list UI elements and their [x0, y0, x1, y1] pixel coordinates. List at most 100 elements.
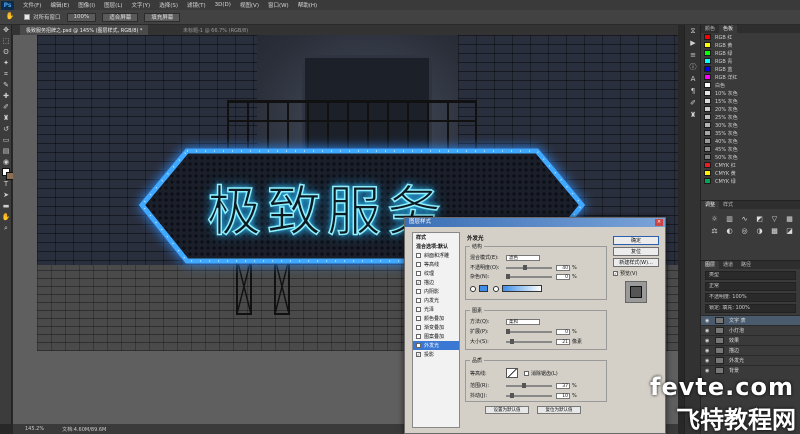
stamp-tool-icon[interactable]: ♜: [0, 113, 12, 124]
menu-view[interactable]: 视图(V): [240, 1, 259, 9]
swatch-item[interactable]: CMYK 红: [701, 161, 800, 169]
antialias-checkbox[interactable]: [524, 370, 529, 376]
fill-screen-button[interactable]: 填充屏幕: [144, 12, 181, 22]
hand-tool-icon[interactable]: ✋: [0, 212, 12, 223]
opacity-slider[interactable]: [506, 264, 552, 270]
style-list-item[interactable]: 光泽: [413, 305, 459, 314]
menu-type[interactable]: 文字(Y): [132, 1, 151, 9]
style-list-item[interactable]: 纹理: [413, 269, 459, 278]
move-tool-icon[interactable]: ✥: [0, 25, 12, 36]
new-style-button[interactable]: 新建样式(W)...: [613, 258, 659, 267]
visibility-eye-icon[interactable]: ◉: [705, 338, 712, 344]
black-white-icon[interactable]: ◐: [724, 227, 735, 236]
opacity-field[interactable]: 不透明度: 100%: [705, 293, 796, 302]
eyedropper-tool-icon[interactable]: ✎: [0, 80, 12, 91]
actions-panel-icon[interactable]: ▶: [685, 37, 701, 49]
swatch-item[interactable]: 50% 灰色: [701, 153, 800, 161]
history-brush-icon[interactable]: ↺: [0, 124, 12, 135]
swatch-item[interactable]: CMYK 黄: [701, 169, 800, 177]
info-panel-icon[interactable]: ⓘ: [685, 61, 701, 73]
opacity-input[interactable]: 40: [556, 264, 570, 271]
noise-slider[interactable]: [506, 273, 552, 279]
all-windows-checkbox[interactable]: [24, 14, 30, 20]
style-checkbox[interactable]: ✓: [416, 352, 421, 357]
style-list-item[interactable]: 渐变叠加: [413, 323, 459, 332]
hand-tool-icon[interactable]: ✋: [4, 12, 16, 22]
reset-default-button[interactable]: 复位为默认值: [537, 406, 581, 414]
hue-saturation-icon[interactable]: ▦: [784, 215, 795, 224]
magic-wand-tool-icon[interactable]: ✦: [0, 58, 12, 69]
method-dropdown[interactable]: 柔和: [506, 318, 540, 325]
actual-pixels-button[interactable]: 100%: [66, 12, 97, 22]
blend-mode-select[interactable]: 正常: [705, 282, 796, 291]
tab-layers[interactable]: 图层: [701, 261, 720, 269]
menu-select[interactable]: 选择(S): [159, 1, 178, 9]
swatch-item[interactable]: 45% 灰色: [701, 145, 800, 153]
swatch-item[interactable]: 25% 灰色: [701, 113, 800, 121]
style-checkbox[interactable]: [416, 334, 421, 339]
crop-tool-icon[interactable]: ⌗: [0, 69, 12, 80]
healing-tool-icon[interactable]: ✚: [0, 91, 12, 102]
glow-color-swatch[interactable]: [479, 285, 488, 292]
glow-gradient-picker[interactable]: [502, 285, 542, 292]
make-default-button[interactable]: 设置为默认值: [485, 406, 529, 414]
style-list-item[interactable]: 颜色叠加: [413, 314, 459, 323]
swatch-item[interactable]: RGB 蓝: [701, 65, 800, 73]
style-checkbox[interactable]: ✓: [416, 343, 421, 348]
noise-input[interactable]: 0: [556, 273, 570, 280]
tab-styles[interactable]: 样式: [719, 201, 737, 209]
swatch-item[interactable]: 30% 灰色: [701, 121, 800, 129]
curves-icon[interactable]: ∿: [739, 215, 750, 224]
menu-help[interactable]: 帮助(H): [298, 1, 317, 9]
layer-row[interactable]: ◉ 文字 表: [701, 315, 800, 325]
menu-filter[interactable]: 滤镜(T): [187, 1, 206, 9]
type-tool-icon[interactable]: T: [0, 179, 12, 190]
visibility-eye-icon[interactable]: ◉: [705, 348, 712, 354]
gradient-radio[interactable]: [493, 285, 499, 292]
style-checkbox[interactable]: [416, 262, 421, 267]
swatch-item[interactable]: RGB 绿: [701, 49, 800, 57]
tab-inactive-document[interactable]: 未标题-1 @ 66.7% (RGB/8): [177, 25, 254, 35]
swatch-item[interactable]: RGB 洋红: [701, 73, 800, 81]
close-icon[interactable]: ×: [655, 219, 663, 226]
levels-icon[interactable]: ▥: [724, 215, 735, 224]
color-lookup-icon[interactable]: ▩: [769, 227, 780, 236]
lock-fill-row[interactable]: 锁定: 填充: 100%: [705, 304, 796, 313]
contour-picker[interactable]: [506, 368, 518, 378]
style-list-item[interactable]: 图案叠加: [413, 332, 459, 341]
gradient-tool-icon[interactable]: ▤: [0, 146, 12, 157]
size-input[interactable]: 21: [556, 338, 570, 345]
invert-icon[interactable]: ◪: [784, 227, 795, 236]
layer-row[interactable]: ◉ 小灯泡: [701, 325, 800, 335]
style-list-item[interactable]: 样式: [413, 233, 459, 242]
size-slider[interactable]: [506, 338, 552, 344]
jitter-input[interactable]: 10: [556, 392, 570, 399]
clone-source-panel-icon[interactable]: ♜: [685, 109, 701, 121]
style-list-item[interactable]: 等高线: [413, 260, 459, 269]
visibility-eye-icon[interactable]: ◉: [705, 318, 712, 324]
reset-button[interactable]: 复位: [613, 247, 659, 256]
style-list-item[interactable]: ✓ 描边: [413, 278, 459, 287]
tab-adjustments[interactable]: 调整: [701, 201, 720, 209]
range-slider[interactable]: [506, 382, 552, 388]
solid-color-radio[interactable]: [470, 285, 476, 292]
visibility-eye-icon[interactable]: ◉: [705, 358, 712, 364]
tab-paths[interactable]: 路径: [737, 261, 755, 269]
history-panel-icon[interactable]: ⧖: [685, 25, 701, 37]
style-list-item[interactable]: ✓ 外发光: [413, 341, 459, 350]
tab-swatches[interactable]: 色板: [719, 25, 738, 33]
swatch-item[interactable]: 10% 灰色: [701, 89, 800, 97]
paragraph-panel-icon[interactable]: ¶: [685, 85, 701, 97]
fit-screen-button[interactable]: 适合屏幕: [102, 12, 139, 22]
brush-tool-icon[interactable]: ✐: [0, 102, 12, 113]
style-checkbox[interactable]: [416, 325, 421, 330]
swatch-item[interactable]: CMYK 绿: [701, 177, 800, 185]
swatch-item[interactable]: RGB 红: [701, 33, 800, 41]
preview-checkbox[interactable]: ✓: [613, 271, 618, 276]
color-balance-icon[interactable]: ⚖: [709, 227, 720, 236]
swatch-item[interactable]: 白色: [701, 81, 800, 89]
tab-color[interactable]: 颜色: [701, 25, 719, 33]
menu-edit[interactable]: 编辑(E): [50, 1, 69, 9]
swatch-item[interactable]: 20% 灰色: [701, 105, 800, 113]
blur-tool-icon[interactable]: ◉: [0, 157, 12, 168]
